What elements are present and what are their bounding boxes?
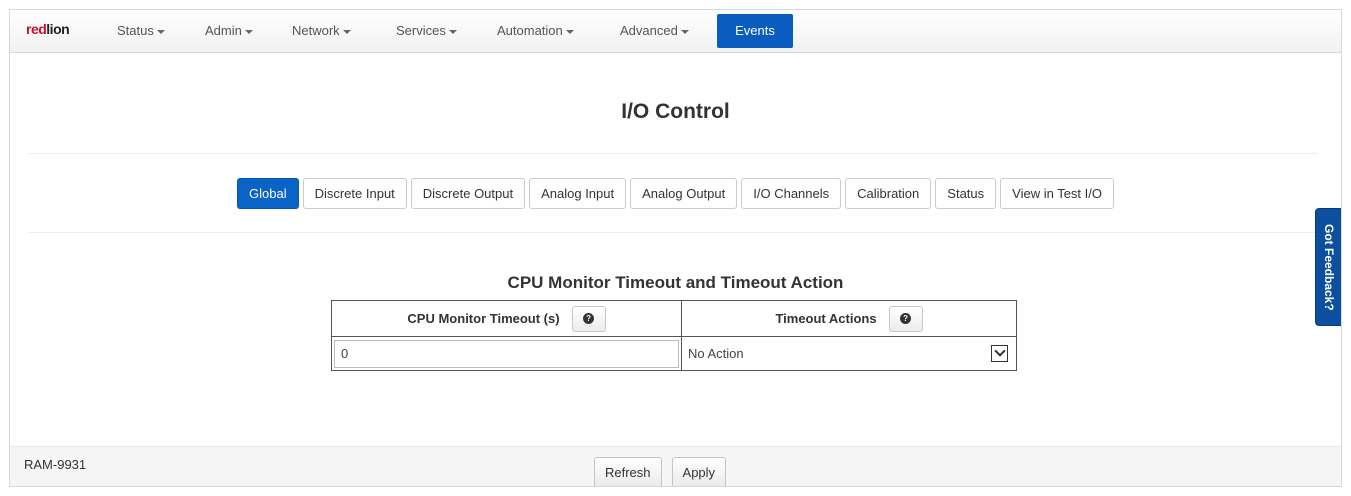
tab-discrete-input[interactable]: Discrete Input — [302, 178, 407, 209]
footer-buttons: Refresh Apply — [594, 457, 727, 486]
top-navbar: redlion Status Admin Network Services Au… — [10, 10, 1341, 53]
question-circle-icon: ? — [583, 313, 595, 324]
divider — [28, 153, 1318, 154]
feedback-tab[interactable]: Got Feedback? — [1315, 208, 1341, 326]
chevron-down-icon[interactable] — [991, 344, 1008, 362]
nav-network-label: Network — [292, 23, 340, 38]
nav-admin-label: Admin — [205, 23, 242, 38]
header-timeout-actions: Timeout Actions ? — [681, 300, 1017, 337]
timeout-action-cell: No Action — [681, 336, 1017, 371]
logo-red-text: red — [26, 21, 47, 37]
nav-network[interactable]: Network — [292, 23, 351, 38]
cpu-monitor-table: CPU Monitor Timeout (s) ? Timeout Action… — [331, 300, 1017, 371]
cpu-timeout-input[interactable]: 0 — [334, 339, 679, 368]
nav-advanced-label: Advanced — [620, 23, 678, 38]
redlion-logo[interactable]: redlion — [26, 21, 70, 37]
caret-down-icon — [342, 29, 351, 34]
timeout-action-select[interactable]: No Action — [684, 340, 1014, 368]
tab-discrete-output[interactable]: Discrete Output — [410, 178, 526, 209]
nav-services[interactable]: Services — [396, 23, 457, 38]
question-circle-icon: ? — [900, 313, 912, 324]
nav-events-button[interactable]: Events — [717, 14, 793, 48]
nav-services-label: Services — [396, 23, 446, 38]
nav-automation-label: Automation — [497, 23, 563, 38]
caret-down-icon — [565, 29, 574, 34]
tab-global[interactable]: Global — [237, 178, 299, 209]
app-frame: redlion Status Admin Network Services Au… — [9, 9, 1342, 487]
apply-button[interactable]: Apply — [671, 457, 727, 486]
nav-status-label: Status — [117, 23, 154, 38]
cpu-timeout-cell: 0 — [331, 336, 682, 371]
tab-analog-input[interactable]: Analog Input — [529, 178, 627, 209]
nav-advanced[interactable]: Advanced — [620, 23, 689, 38]
tab-view-in-test-io[interactable]: View in Test I/O — [1000, 178, 1114, 209]
tab-analog-output[interactable]: Analog Output — [630, 178, 738, 209]
tab-io-channels[interactable]: I/O Channels — [741, 178, 842, 209]
header-cpu-timeout-label: CPU Monitor Timeout (s) — [407, 311, 560, 326]
device-name: RAM-9931 — [24, 457, 87, 472]
timeout-action-value: No Action — [688, 346, 744, 361]
actions-help-button[interactable]: ? — [888, 305, 923, 332]
io-tabs: Global Discrete Input Discrete Output An… — [10, 178, 1341, 209]
section-title: CPU Monitor Timeout and Timeout Action — [507, 273, 844, 292]
caret-down-icon — [448, 29, 457, 34]
tab-calibration[interactable]: Calibration — [845, 178, 932, 209]
logo-lion-text: lion — [46, 21, 70, 37]
caret-down-icon — [156, 29, 165, 34]
header-timeout-actions-label: Timeout Actions — [775, 311, 877, 326]
nav-automation[interactable]: Automation — [497, 23, 574, 38]
page-title: I/O Control — [621, 100, 730, 123]
divider — [28, 232, 1318, 233]
caret-down-icon — [680, 29, 689, 34]
tab-status[interactable]: Status — [935, 178, 997, 209]
refresh-button[interactable]: Refresh — [594, 457, 662, 486]
timeout-help-button[interactable]: ? — [571, 305, 606, 332]
nav-admin[interactable]: Admin — [205, 23, 253, 38]
caret-down-icon — [244, 29, 253, 34]
nav-status[interactable]: Status — [117, 23, 165, 38]
footer-bar: RAM-9931 Refresh Apply — [10, 446, 1341, 486]
header-cpu-timeout: CPU Monitor Timeout (s) ? — [331, 300, 682, 337]
